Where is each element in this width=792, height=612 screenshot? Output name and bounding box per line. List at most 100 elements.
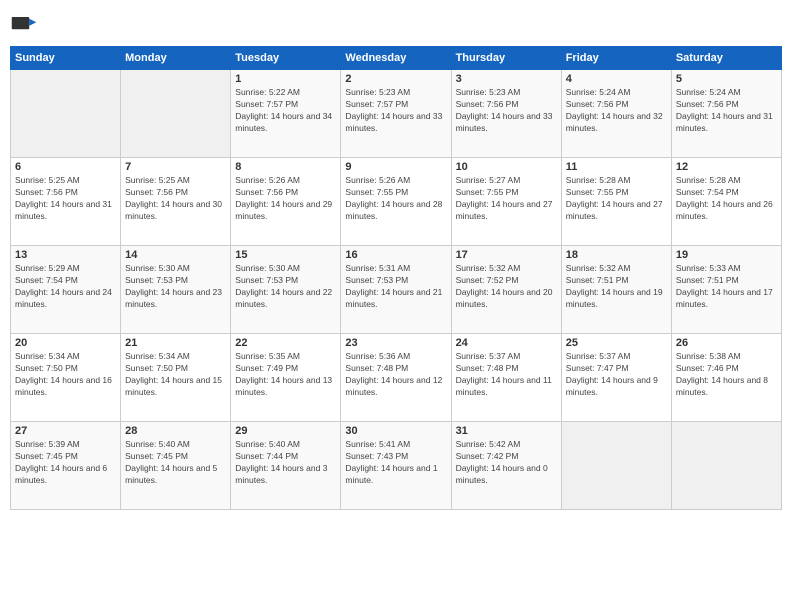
calendar-cell: 16 Sunrise: 5:31 AMSunset: 7:53 PMDayligh… bbox=[341, 246, 451, 334]
day-info: Sunrise: 5:23 AMSunset: 7:57 PMDaylight:… bbox=[345, 87, 446, 135]
day-info: Sunrise: 5:26 AMSunset: 7:56 PMDaylight:… bbox=[235, 175, 336, 223]
day-info: Sunrise: 5:30 AMSunset: 7:53 PMDaylight:… bbox=[125, 263, 226, 311]
calendar-week-row: 20 Sunrise: 5:34 AMSunset: 7:50 PMDayligh… bbox=[11, 334, 782, 422]
day-number: 27 bbox=[15, 425, 116, 437]
day-number: 28 bbox=[125, 425, 226, 437]
day-info: Sunrise: 5:35 AMSunset: 7:49 PMDaylight:… bbox=[235, 351, 336, 399]
calendar-cell: 23Sunrise: 5:36 AMSunset: 7:48 PMDayligh… bbox=[341, 334, 451, 422]
day-info: Sunrise: 5:30 AMSunset: 7:53 PMDaylight:… bbox=[235, 263, 336, 311]
day-info: Sunrise: 5:38 AMSunset: 7:46 PMDaylight:… bbox=[676, 351, 777, 399]
calendar-body: 1 Sunrise: 5:22 AMSunset: 7:57 PMDaylight… bbox=[11, 70, 782, 510]
day-number: 14 bbox=[125, 249, 226, 261]
day-number: 4 bbox=[566, 73, 667, 85]
calendar-cell: 5 Sunrise: 5:24 AMSunset: 7:56 PMDaylight… bbox=[671, 70, 781, 158]
calendar-cell: 7 Sunrise: 5:25 AMSunset: 7:56 PMDaylight… bbox=[121, 158, 231, 246]
day-number: 3 bbox=[456, 73, 557, 85]
day-number: 30 bbox=[345, 425, 446, 437]
calendar-cell: 31 Sunrise: 5:42 AMSunset: 7:42 PMDayligh… bbox=[451, 422, 561, 510]
logo-icon bbox=[10, 10, 38, 38]
calendar-week-row: 1 Sunrise: 5:22 AMSunset: 7:57 PMDaylight… bbox=[11, 70, 782, 158]
calendar-cell: 13 Sunrise: 5:29 AMSunset: 7:54 PMDayligh… bbox=[11, 246, 121, 334]
calendar-cell bbox=[11, 70, 121, 158]
day-number: 31 bbox=[456, 425, 557, 437]
day-info: Sunrise: 5:41 AMSunset: 7:43 PMDaylight:… bbox=[345, 439, 446, 487]
day-info: Sunrise: 5:37 AMSunset: 7:47 PMDaylight:… bbox=[566, 351, 667, 399]
weekday-header: Wednesday bbox=[341, 47, 451, 70]
day-info: Sunrise: 5:39 AMSunset: 7:45 PMDaylight:… bbox=[15, 439, 116, 487]
calendar-cell: 12Sunrise: 5:28 AMSunset: 7:54 PMDayligh… bbox=[671, 158, 781, 246]
day-info: Sunrise: 5:40 AMSunset: 7:45 PMDaylight:… bbox=[125, 439, 226, 487]
day-info: Sunrise: 5:25 AMSunset: 7:56 PMDaylight:… bbox=[15, 175, 116, 223]
day-info: Sunrise: 5:40 AMSunset: 7:44 PMDaylight:… bbox=[235, 439, 336, 487]
header bbox=[10, 10, 782, 38]
day-number: 5 bbox=[676, 73, 777, 85]
day-info: Sunrise: 5:31 AMSunset: 7:53 PMDaylight:… bbox=[345, 263, 446, 311]
calendar-cell bbox=[671, 422, 781, 510]
day-number: 20 bbox=[15, 337, 116, 349]
weekday-header: Monday bbox=[121, 47, 231, 70]
calendar-cell: 22 Sunrise: 5:35 AMSunset: 7:49 PMDayligh… bbox=[231, 334, 341, 422]
day-info: Sunrise: 5:29 AMSunset: 7:54 PMDaylight:… bbox=[15, 263, 116, 311]
calendar-cell: 18 Sunrise: 5:32 AMSunset: 7:51 PMDayligh… bbox=[561, 246, 671, 334]
day-info: Sunrise: 5:23 AMSunset: 7:56 PMDaylight:… bbox=[456, 87, 557, 135]
calendar-table: SundayMondayTuesdayWednesdayThursdayFrid… bbox=[10, 46, 782, 510]
weekday-header: Sunday bbox=[11, 47, 121, 70]
day-number: 8 bbox=[235, 161, 336, 173]
calendar-header-row: SundayMondayTuesdayWednesdayThursdayFrid… bbox=[11, 47, 782, 70]
calendar-page: SundayMondayTuesdayWednesdayThursdayFrid… bbox=[0, 0, 792, 612]
day-number: 7 bbox=[125, 161, 226, 173]
day-info: Sunrise: 5:28 AMSunset: 7:54 PMDaylight:… bbox=[676, 175, 777, 223]
day-number: 18 bbox=[566, 249, 667, 261]
day-info: Sunrise: 5:27 AMSunset: 7:55 PMDaylight:… bbox=[456, 175, 557, 223]
day-number: 22 bbox=[235, 337, 336, 349]
day-number: 23 bbox=[345, 337, 446, 349]
day-number: 19 bbox=[676, 249, 777, 261]
calendar-cell: 6 Sunrise: 5:25 AMSunset: 7:56 PMDaylight… bbox=[11, 158, 121, 246]
calendar-cell: 8 Sunrise: 5:26 AMSunset: 7:56 PMDaylight… bbox=[231, 158, 341, 246]
calendar-cell: 29 Sunrise: 5:40 AMSunset: 7:44 PMDayligh… bbox=[231, 422, 341, 510]
day-number: 1 bbox=[235, 73, 336, 85]
day-number: 29 bbox=[235, 425, 336, 437]
day-info: Sunrise: 5:37 AMSunset: 7:48 PMDaylight:… bbox=[456, 351, 557, 399]
calendar-cell: 10 Sunrise: 5:27 AMSunset: 7:55 PMDayligh… bbox=[451, 158, 561, 246]
calendar-week-row: 13 Sunrise: 5:29 AMSunset: 7:54 PMDayligh… bbox=[11, 246, 782, 334]
day-info: Sunrise: 5:42 AMSunset: 7:42 PMDaylight:… bbox=[456, 439, 557, 487]
weekday-header: Tuesday bbox=[231, 47, 341, 70]
calendar-cell: 1 Sunrise: 5:22 AMSunset: 7:57 PMDaylight… bbox=[231, 70, 341, 158]
day-number: 6 bbox=[15, 161, 116, 173]
day-number: 17 bbox=[456, 249, 557, 261]
day-number: 26 bbox=[676, 337, 777, 349]
calendar-cell: 11 Sunrise: 5:28 AMSunset: 7:55 PMDayligh… bbox=[561, 158, 671, 246]
calendar-cell: 25 Sunrise: 5:37 AMSunset: 7:47 PMDayligh… bbox=[561, 334, 671, 422]
calendar-week-row: 27 Sunrise: 5:39 AMSunset: 7:45 PMDayligh… bbox=[11, 422, 782, 510]
day-number: 10 bbox=[456, 161, 557, 173]
day-number: 25 bbox=[566, 337, 667, 349]
day-number: 16 bbox=[345, 249, 446, 261]
day-info: Sunrise: 5:34 AMSunset: 7:50 PMDaylight:… bbox=[125, 351, 226, 399]
day-info: Sunrise: 5:33 AMSunset: 7:51 PMDaylight:… bbox=[676, 263, 777, 311]
day-info: Sunrise: 5:25 AMSunset: 7:56 PMDaylight:… bbox=[125, 175, 226, 223]
calendar-cell bbox=[561, 422, 671, 510]
day-info: Sunrise: 5:22 AMSunset: 7:57 PMDaylight:… bbox=[235, 87, 336, 135]
calendar-cell: 2Sunrise: 5:23 AMSunset: 7:57 PMDaylight… bbox=[341, 70, 451, 158]
day-number: 21 bbox=[125, 337, 226, 349]
calendar-cell: 20 Sunrise: 5:34 AMSunset: 7:50 PMDayligh… bbox=[11, 334, 121, 422]
day-info: Sunrise: 5:24 AMSunset: 7:56 PMDaylight:… bbox=[566, 87, 667, 135]
calendar-cell: 27 Sunrise: 5:39 AMSunset: 7:45 PMDayligh… bbox=[11, 422, 121, 510]
day-number: 9 bbox=[345, 161, 446, 173]
calendar-week-row: 6 Sunrise: 5:25 AMSunset: 7:56 PMDaylight… bbox=[11, 158, 782, 246]
day-info: Sunrise: 5:24 AMSunset: 7:56 PMDaylight:… bbox=[676, 87, 777, 135]
day-info: Sunrise: 5:34 AMSunset: 7:50 PMDaylight:… bbox=[15, 351, 116, 399]
calendar-cell: 14 Sunrise: 5:30 AMSunset: 7:53 PMDayligh… bbox=[121, 246, 231, 334]
calendar-cell: 9Sunrise: 5:26 AMSunset: 7:55 PMDaylight… bbox=[341, 158, 451, 246]
day-number: 13 bbox=[15, 249, 116, 261]
calendar-cell: 28 Sunrise: 5:40 AMSunset: 7:45 PMDayligh… bbox=[121, 422, 231, 510]
day-number: 15 bbox=[235, 249, 336, 261]
day-info: Sunrise: 5:28 AMSunset: 7:55 PMDaylight:… bbox=[566, 175, 667, 223]
calendar-cell: 4 Sunrise: 5:24 AMSunset: 7:56 PMDaylight… bbox=[561, 70, 671, 158]
day-info: Sunrise: 5:32 AMSunset: 7:51 PMDaylight:… bbox=[566, 263, 667, 311]
day-number: 24 bbox=[456, 337, 557, 349]
calendar-cell: 19 Sunrise: 5:33 AMSunset: 7:51 PMDayligh… bbox=[671, 246, 781, 334]
calendar-cell: 24 Sunrise: 5:37 AMSunset: 7:48 PMDayligh… bbox=[451, 334, 561, 422]
day-number: 11 bbox=[566, 161, 667, 173]
